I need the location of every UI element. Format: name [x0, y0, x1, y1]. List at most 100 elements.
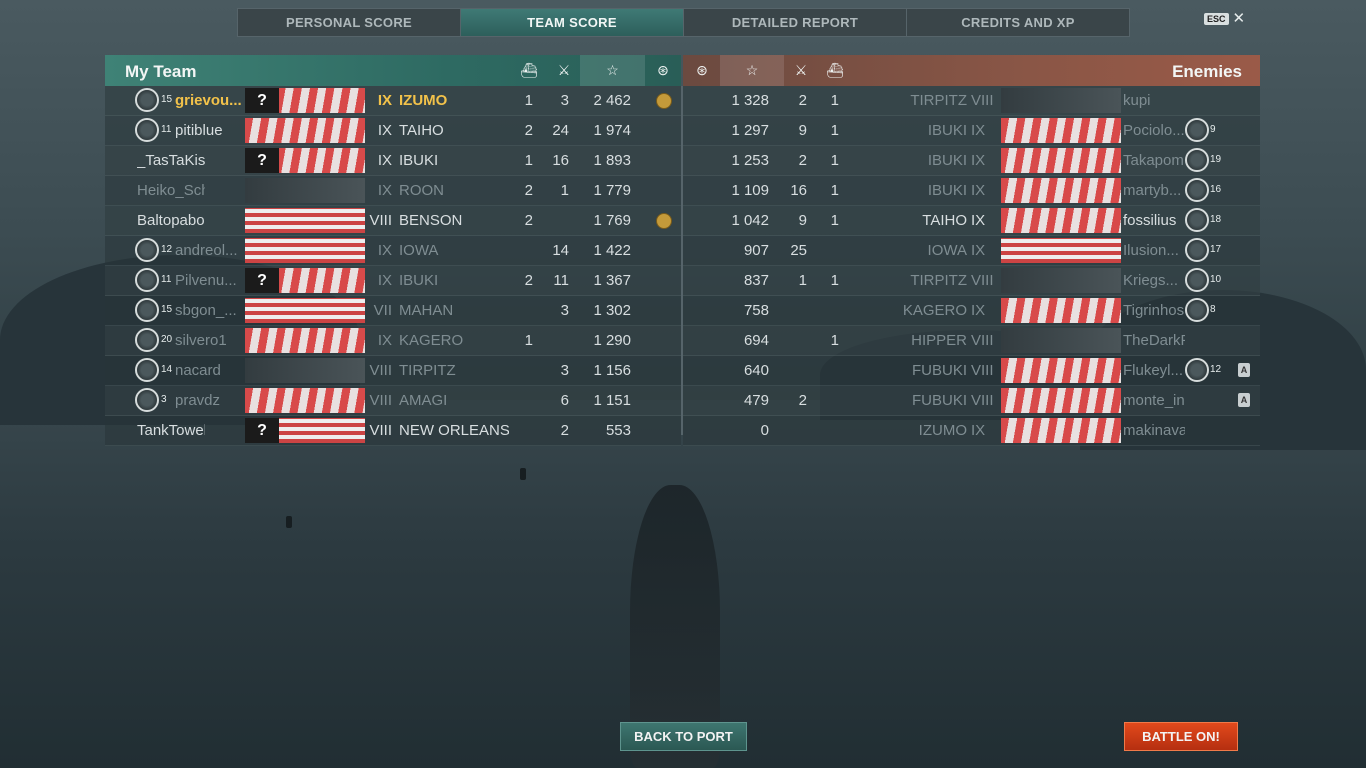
- player-name: monte_incudi...: [1123, 392, 1185, 409]
- ship-tier: VII: [373, 302, 392, 319]
- planes-destroyed: 1: [524, 152, 533, 169]
- captain-portrait: ?: [245, 418, 279, 443]
- rank-level: 12: [1210, 364, 1222, 375]
- table-row[interactable]: 0 IZUMOIX makinavaja10...: [683, 416, 1260, 446]
- base-xp: 758: [743, 302, 769, 319]
- table-row[interactable]: 15 sbgon_... VII MAHAN 3 1 302: [105, 296, 681, 326]
- base-xp: 1 042: [731, 212, 769, 229]
- enemy-team-title: Enemies: [1172, 62, 1242, 81]
- ships-destroyed: 2: [798, 392, 807, 409]
- player-name: TankTowel: [137, 422, 205, 439]
- ships-destroyed: [537, 206, 569, 235]
- rank-insignia-icon: [135, 238, 159, 262]
- planes-destroyed: [505, 416, 533, 445]
- table-row[interactable]: 694 1 HIPPERVIII TheDarkPries...: [683, 326, 1260, 356]
- table-row[interactable]: 20 silvero1 IX KAGERO 1 1 290: [105, 326, 681, 356]
- table-row[interactable]: 14 nacard VIII TIRPITZ 3 1 156: [105, 356, 681, 386]
- base-xp: 1 422: [593, 242, 631, 259]
- table-row[interactable]: Baltopabo VIII BENSON 2 1 769: [105, 206, 681, 236]
- rank-level: 14: [161, 364, 173, 375]
- my-team-header: My Team ⛴ ⚔ ☆ ⊛: [105, 55, 681, 86]
- tab-personal-score[interactable]: PERSONAL SCORE: [238, 9, 461, 36]
- ships-destroyed: 1: [798, 272, 807, 289]
- captain-portrait: ?: [245, 148, 279, 173]
- tab-detailed-report[interactable]: DETAILED REPORT: [684, 9, 907, 36]
- planes-destroyed: 1: [524, 92, 533, 109]
- enemy-team-panel: ⊛ ☆ ⚔ ⛴ Enemies 1 328 2 1 TIRPITZ VIII kupi 1 …: [683, 55, 1260, 446]
- ship-image: [245, 208, 365, 233]
- planes-destroyed: 2: [524, 122, 533, 139]
- tab-team-score[interactable]: TEAM SCORE: [461, 9, 684, 36]
- rank-level: 19: [1210, 154, 1222, 165]
- table-row[interactable]: 15 grievou...? IX IZUMO 1 3 2 462: [105, 86, 681, 116]
- table-row[interactable]: 479 2 FUBUKIVIII monte_incudi... A: [683, 386, 1260, 416]
- table-row[interactable]: 1 297 9 1 IBUKI IX Pociolo... 9: [683, 116, 1260, 146]
- ship-name: NEW ORLEANS: [399, 422, 509, 439]
- player-name: silvero1: [175, 332, 227, 349]
- rank-insignia-icon: [1185, 208, 1209, 232]
- ship-name: TAIHO: [922, 212, 967, 229]
- my-team-rows: 15 grievou...? IX IZUMO 1 3 2 462 11 pitiblue IX T…: [105, 86, 681, 446]
- captain-portrait: ?: [245, 268, 279, 293]
- ships-destroyed: 11: [553, 272, 569, 289]
- table-row[interactable]: Heiko_Schnei... IX ROON 2 1 1 779: [105, 176, 681, 206]
- my-team-panel: My Team ⛴ ⚔ ☆ ⊛ 15 grievou...? IX IZUMO 1 3 2 …: [105, 55, 681, 446]
- player-name: Baltopabo: [137, 212, 205, 229]
- ships-destroyed: [779, 356, 807, 385]
- table-row[interactable]: 3 pravdz VIII AMAGI 6 1 151: [105, 386, 681, 416]
- table-row[interactable]: 1 253 2 1 IBUKI IX Takapom 19: [683, 146, 1260, 176]
- rank-insignia-icon: [135, 88, 159, 112]
- ship-tier: VIII: [971, 92, 994, 109]
- planes-destroyed: 1: [830, 182, 839, 199]
- ship-name: HIPPER: [911, 332, 967, 349]
- ship-name: IBUKI: [399, 152, 439, 169]
- base-xp: 1 328: [731, 92, 769, 109]
- ship-image: [1001, 298, 1121, 323]
- player-name: sbgon_...: [175, 302, 237, 319]
- base-xp: 907: [743, 242, 769, 259]
- table-row[interactable]: 907 25 IOWA IX Ilusion... 17: [683, 236, 1260, 266]
- ship-tier: IX: [377, 152, 392, 169]
- planes-destroyed: [505, 236, 533, 265]
- close-button[interactable]: ESC ✕: [1204, 11, 1245, 26]
- star-icon: ☆: [720, 55, 784, 86]
- base-xp: 0: [760, 422, 769, 439]
- rank-level: 17: [1210, 244, 1222, 255]
- player-name: grievou...: [175, 92, 242, 109]
- my-team-title: My Team: [125, 62, 197, 81]
- planes-destroyed: [811, 236, 839, 265]
- player-name: Heiko_Schnei...: [137, 182, 205, 199]
- back-to-port-button[interactable]: BACK TO PORT: [620, 722, 747, 751]
- table-row[interactable]: 11 Pilvenu...? IX IBUKI 2 11 1 367: [105, 266, 681, 296]
- player-name: martyb...: [1123, 182, 1182, 199]
- table-row[interactable]: 12 andreol... IX IOWA 14 1 422: [105, 236, 681, 266]
- ship-image: [1001, 268, 1121, 293]
- ship-tier: IX: [377, 332, 392, 349]
- ship-image: [1001, 88, 1121, 113]
- tab-credits-and-xp[interactable]: CREDITS AND XP: [907, 9, 1129, 36]
- base-xp: 694: [743, 332, 769, 349]
- table-row[interactable]: 837 1 1 TIRPITZ VIII Kriegs... 10: [683, 266, 1260, 296]
- rank-insignia-icon: [135, 358, 159, 382]
- rank-level: 3: [161, 394, 167, 405]
- ships-destroyed: [537, 326, 569, 355]
- planes-destroyed: 1: [830, 122, 839, 139]
- table-row[interactable]: 1 328 2 1 TIRPITZ VIII kupi: [683, 86, 1260, 116]
- battle-on-button[interactable]: BATTLE ON!: [1124, 722, 1238, 751]
- table-row[interactable]: 11 pitiblue IX TAIHO 2 24 1 974: [105, 116, 681, 146]
- rank-level: 8: [1210, 304, 1216, 315]
- rank-level: 12: [161, 244, 173, 255]
- table-row[interactable]: 1 109 16 1 IBUKI IX martyb... 16: [683, 176, 1260, 206]
- table-row[interactable]: 1 042 9 1 TAIHO IX fossilius 18: [683, 206, 1260, 236]
- ship-name: FUBUKI: [911, 392, 967, 409]
- ships-destroyed: 3: [560, 92, 569, 109]
- rank-level: 15: [161, 304, 173, 315]
- ship-tier: VIII: [971, 272, 994, 289]
- table-row[interactable]: 758 KAGERO IX Tigrinhos 8: [683, 296, 1260, 326]
- planes-destroyed: 1: [830, 272, 839, 289]
- table-row[interactable]: TankTowel? VIII NEW ORLEANS 2 553: [105, 416, 681, 446]
- table-row[interactable]: _TasTaKisu_? IX IBUKI 1 16 1 893: [105, 146, 681, 176]
- table-row[interactable]: 640 FUBUKI VIII Flukeyl... 12 A: [683, 356, 1260, 386]
- ship-name: MAHAN: [399, 302, 454, 319]
- rank-level: 10: [1210, 274, 1222, 285]
